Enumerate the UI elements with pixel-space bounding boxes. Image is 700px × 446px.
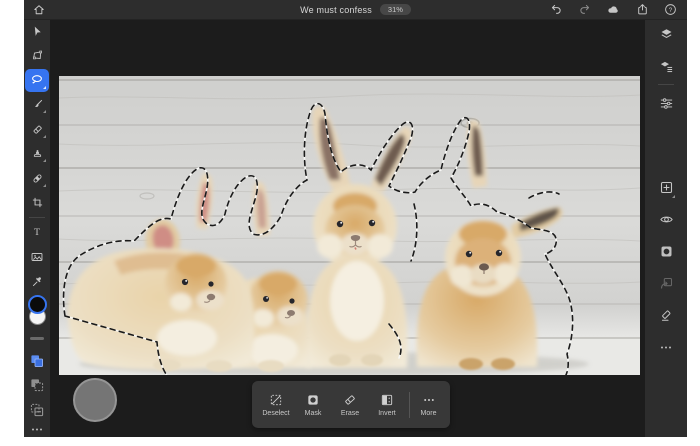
healing-brush-tool[interactable] <box>25 167 49 190</box>
eyedropper-tool-icon <box>31 275 44 288</box>
erase-label: Erase <box>341 410 359 417</box>
redo-icon <box>578 3 591 16</box>
mask-button[interactable]: Mask <box>295 393 332 417</box>
touch-shortcut-button[interactable] <box>73 378 117 422</box>
crop-tool[interactable] <box>25 192 49 215</box>
new-selection-mode[interactable] <box>25 349 49 372</box>
canvas-area[interactable]: Deselect Mask Erase <box>50 19 645 437</box>
lasso-tool-icon <box>30 73 44 87</box>
export-icon <box>636 3 649 16</box>
invert-label: Invert <box>378 410 396 417</box>
transform-tool[interactable] <box>25 45 49 68</box>
undo-icon <box>550 3 563 16</box>
more-tools-button[interactable] <box>25 423 49 436</box>
more-options-button[interactable] <box>653 334 679 360</box>
eraser-tool-icon <box>31 123 44 136</box>
eye-icon <box>659 212 674 227</box>
help-button[interactable]: ? <box>664 3 677 16</box>
add-selection-icon <box>29 377 45 393</box>
home-icon <box>33 4 45 16</box>
adjustments-sliders-icon <box>659 96 674 111</box>
right-panel-rail <box>645 19 687 437</box>
svg-text:?: ? <box>669 7 673 14</box>
subtract-selection-icon <box>29 402 45 418</box>
brush-tool[interactable] <box>25 94 49 117</box>
context-bar-divider <box>409 392 410 418</box>
add-layer-flyout-indicator <box>672 195 675 198</box>
layer-visibility-button[interactable] <box>653 206 679 232</box>
rabbits-photo <box>59 76 640 375</box>
move-tool-icon <box>31 25 44 38</box>
invert-icon <box>380 393 394 407</box>
more-icon <box>422 393 436 407</box>
compact-layers-button[interactable] <box>653 53 679 79</box>
type-tool-icon: T <box>30 225 44 239</box>
transform-tool-icon <box>31 49 44 62</box>
healing-brush-tool-icon <box>31 172 44 185</box>
left-toolbar: T <box>24 19 50 437</box>
clone-stamp-tool[interactable] <box>25 143 49 166</box>
document-photo[interactable] <box>59 76 640 375</box>
toolbar-grab-handle[interactable] <box>30 337 44 340</box>
layers-icon <box>659 27 674 42</box>
eraser-tool[interactable] <box>25 118 49 141</box>
toolbar-divider <box>29 217 45 218</box>
erase-icon <box>343 393 357 407</box>
more-label: More <box>421 410 437 417</box>
lasso-tool[interactable] <box>25 69 49 92</box>
type-tool[interactable]: T <box>25 221 49 244</box>
place-image-tool-icon <box>30 250 44 264</box>
deselect-button[interactable]: Deselect <box>258 393 295 417</box>
crop-tool-icon <box>31 196 44 209</box>
deselect-label: Deselect <box>262 410 289 417</box>
adjustments-panel-button[interactable] <box>653 90 679 116</box>
layer-mask-button[interactable] <box>653 238 679 264</box>
home-button[interactable] <box>33 4 45 16</box>
cloud-sync-button[interactable] <box>606 3 621 16</box>
help-icon: ? <box>664 3 677 16</box>
redo-button[interactable] <box>578 3 591 16</box>
top-bar: We must confess 31% <box>24 0 687 20</box>
place-image-tool[interactable] <box>25 245 49 268</box>
add-layer-button[interactable] <box>653 174 679 200</box>
clone-stamp-tool-icon <box>31 147 44 160</box>
layer-mask-icon <box>659 244 674 259</box>
undo-button[interactable] <box>550 3 563 16</box>
document-title: We must confess <box>300 5 372 15</box>
clipping-mask-button[interactable] <box>653 270 679 296</box>
mask-label: Mask <box>305 410 322 417</box>
new-selection-icon <box>29 353 45 369</box>
color-chips[interactable] <box>25 295 49 325</box>
photoshop-app-window: We must confess 31% <box>24 0 687 437</box>
more-button[interactable]: More <box>413 393 445 417</box>
more-tools-icon <box>31 427 43 432</box>
more-options-icon <box>660 345 672 350</box>
panel-divider <box>658 84 674 85</box>
clipping-mask-icon <box>659 276 674 291</box>
subtract-from-selection-mode[interactable] <box>25 398 49 421</box>
compact-layers-icon <box>659 59 674 74</box>
add-to-selection-mode[interactable] <box>25 374 49 397</box>
layers-panel-button[interactable] <box>653 21 679 47</box>
move-tool[interactable] <box>25 20 49 43</box>
erase-button[interactable]: Erase <box>332 393 369 417</box>
zoom-level-badge[interactable]: 31% <box>380 4 411 15</box>
invert-button[interactable]: Invert <box>369 393 406 417</box>
brush-tool-icon <box>31 98 44 111</box>
selection-context-bar: Deselect Mask Erase <box>252 381 450 428</box>
svg-text:T: T <box>34 227 40 238</box>
eyedropper-tool[interactable] <box>25 270 49 293</box>
cloud-sync-icon <box>606 3 621 16</box>
add-layer-icon <box>659 180 674 195</box>
mask-icon <box>306 393 320 407</box>
erase-layer-button[interactable] <box>653 302 679 328</box>
deselect-icon <box>269 393 283 407</box>
erase-layer-icon <box>659 308 674 323</box>
export-button[interactable] <box>636 3 649 16</box>
